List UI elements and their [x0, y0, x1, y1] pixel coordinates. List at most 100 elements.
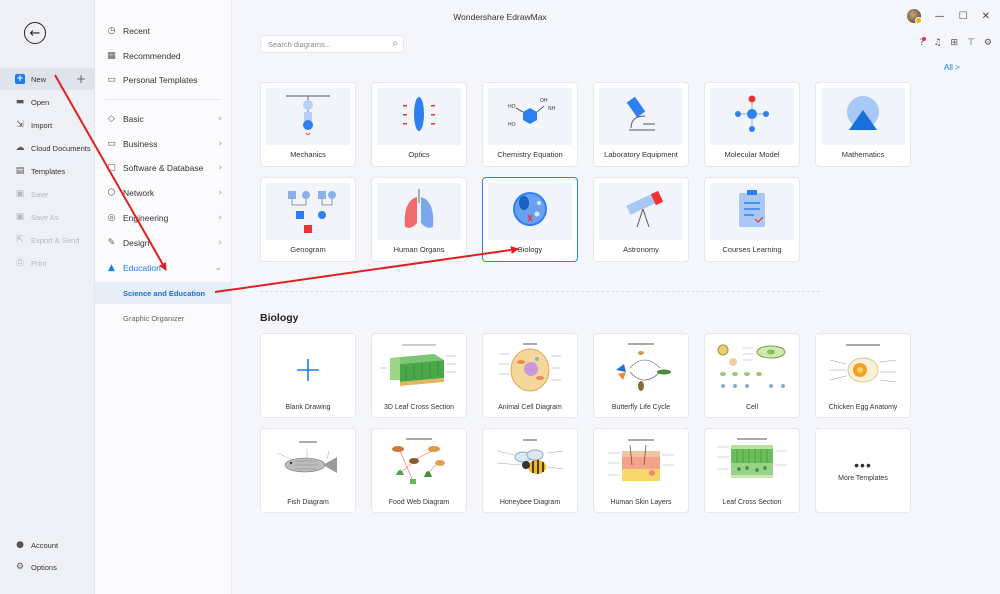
category-label: Recommended — [123, 51, 181, 61]
category-card-chemistry-equation[interactable]: HO OH NH HO Chemistry Equation — [482, 82, 578, 167]
category-label: Mechanics — [290, 150, 326, 159]
mechanics-thumbnail — [266, 88, 350, 145]
minimize-icon[interactable]: — — [935, 11, 945, 22]
astronomy-thumbnail — [599, 183, 683, 240]
svg-text:HO: HO — [508, 122, 516, 128]
category-sidebar: ◷ Recent ▦ Recommended ▭ Personal Templa… — [95, 0, 232, 594]
category-card-biology[interactable]: Biology — [482, 177, 578, 262]
category-card-mechanics[interactable]: Mechanics — [260, 82, 356, 167]
sidebar-item-options[interactable]: ⚙ Options — [0, 556, 95, 578]
template-card-butterfly-life-cycle[interactable]: Butterfly Life Cycle — [593, 333, 689, 418]
subcategory-graphic-organizer[interactable]: Graphic Organizer — [95, 307, 232, 329]
category-card-optics[interactable]: Optics — [371, 82, 467, 167]
software-icon: ▢ — [107, 163, 116, 173]
help-icon[interactable]: ? — [920, 37, 927, 48]
category-label: Education — [123, 263, 161, 273]
template-card-3d-leaf-cross-section[interactable]: 3D Leaf Cross Section — [371, 333, 467, 418]
sidebar-item-save-as[interactable]: ▣ Save As — [0, 206, 95, 228]
template-card-food-web-diagram[interactable]: Food Web Diagram — [371, 428, 467, 513]
category-card-courses-learning[interactable]: Courses Learning — [704, 177, 800, 262]
animal-cell-thumbnail — [489, 340, 571, 394]
category-card-laboratory-equipment[interactable]: Laboratory Equipment — [593, 82, 689, 167]
sidebar-item-open[interactable]: ▬ Open — [0, 91, 95, 113]
category-personal-templates[interactable]: ▭ Personal Templates — [95, 70, 232, 90]
add-icon[interactable]: + — [76, 72, 86, 86]
all-link[interactable]: All > — [944, 63, 960, 72]
recommended-icon: ▦ — [107, 51, 116, 61]
courses-learning-thumbnail — [710, 183, 794, 240]
sidebar-item-account[interactable]: ● Account — [0, 534, 95, 556]
template-card-animal-cell-diagram[interactable]: Animal Cell Diagram — [482, 333, 578, 418]
clock-icon: ◷ — [107, 26, 116, 36]
food-web-thumbnail — [378, 435, 460, 489]
sidebar-item-templates[interactable]: ▤ Templates — [0, 160, 95, 182]
avatar[interactable] — [906, 9, 922, 24]
sidebar-item-label: Save — [31, 189, 49, 199]
chevron-right-icon: › — [218, 238, 222, 248]
sidebar-item-print[interactable]: ⎙ Print — [0, 252, 95, 274]
category-label: Molecular Model — [724, 150, 780, 159]
category-education[interactable]: ▲ Education ⌄ — [95, 258, 232, 278]
template-card-honeybee-diagram[interactable]: Honeybee Diagram — [482, 428, 578, 513]
category-label: Business — [123, 139, 158, 149]
category-design[interactable]: ✎ Design › — [95, 233, 232, 253]
category-business[interactable]: ▭ Business › — [95, 134, 232, 154]
template-card-cell[interactable]: Cell — [704, 333, 800, 418]
sidebar-item-save[interactable]: ▣ Save — [0, 183, 95, 205]
category-card-mathematics[interactable]: Mathematics — [815, 82, 911, 167]
account-icon: ● — [16, 540, 24, 550]
settings-icon[interactable]: ⚙ — [984, 38, 992, 48]
template-card-human-skin-layers[interactable]: Human Skin Layers — [593, 428, 689, 513]
molecular-thumbnail — [710, 88, 794, 145]
more-templates-card[interactable]: ••• More Templates — [815, 428, 911, 513]
sidebar-item-cloud-documents[interactable]: ☁ Cloud Documents — [0, 137, 95, 159]
human-organs-thumbnail — [377, 183, 461, 240]
sidebar-item-import[interactable]: ⇲ Import — [0, 114, 95, 136]
sidebar-item-export-send[interactable]: ⇱ Export & Send — [0, 229, 95, 251]
category-software-database[interactable]: ▢ Software & Database › — [95, 158, 232, 178]
category-label: Personal Templates — [123, 75, 198, 85]
sidebar-item-label: New — [31, 74, 47, 84]
gear-icon: ⚙ — [15, 562, 25, 572]
sidebar-item-label: Templates — [31, 166, 66, 176]
category-card-genogram[interactable]: Genogram — [260, 177, 356, 262]
template-card-fish-diagram[interactable]: Fish Diagram — [260, 428, 356, 513]
window-controls: — ☐ ✕ — [906, 9, 990, 24]
template-label: Leaf Cross Section — [722, 499, 782, 506]
category-label: Astronomy — [623, 245, 659, 254]
category-network[interactable]: ⬡ Network › — [95, 183, 232, 203]
category-engineering[interactable]: ◎ Engineering › — [95, 208, 232, 228]
subcategory-science-and-education[interactable]: Science and Education — [95, 282, 232, 304]
category-card-astronomy[interactable]: Astronomy — [593, 177, 689, 262]
export-icon: ⇱ — [16, 235, 24, 245]
apps-grid-icon[interactable]: ⊞ — [951, 38, 959, 48]
category-label: Network — [123, 188, 155, 198]
network-icon: ⬡ — [107, 188, 116, 198]
close-icon[interactable]: ✕ — [982, 11, 990, 22]
category-label: Chemistry Equation — [497, 150, 563, 159]
template-card-chicken-egg-anatomy[interactable]: Chicken Egg Anatomy — [815, 333, 911, 418]
category-label: Recent — [123, 26, 150, 36]
search-box[interactable]: ⌕ — [260, 35, 404, 53]
tshirt-icon[interactable]: ⊤ — [967, 38, 975, 48]
search-input[interactable] — [268, 39, 386, 49]
save-icon: ▣ — [15, 189, 25, 199]
category-recommended[interactable]: ▦ Recommended — [95, 46, 232, 66]
back-arrow-icon[interactable]: ← — [24, 22, 46, 44]
maximize-icon[interactable]: ☐ — [959, 11, 968, 22]
template-label: Fish Diagram — [287, 499, 329, 506]
skin-layers-thumbnail — [600, 435, 682, 489]
sidebar-item-label: Import — [31, 120, 53, 130]
category-card-molecular-model[interactable]: Molecular Model — [704, 82, 800, 167]
category-card-human-organs[interactable]: Human Organs — [371, 177, 467, 262]
bell-icon[interactable]: ♫ — [933, 38, 941, 48]
sidebar-item-new[interactable]: + New + — [0, 68, 95, 90]
category-basic[interactable]: ◇ Basic › — [95, 109, 232, 129]
template-card-blank-drawing[interactable]: Blank Drawing — [260, 333, 356, 418]
category-recent[interactable]: ◷ Recent — [95, 21, 232, 41]
search-icon[interactable]: ⌕ — [392, 38, 398, 49]
category-label: Design — [123, 238, 150, 248]
template-card-leaf-cross-section[interactable]: Leaf Cross Section — [704, 428, 800, 513]
save-as-icon: ▣ — [15, 212, 25, 222]
toolbar: ? ♫ ⊞ ⊤ ⚙ — [920, 37, 992, 48]
